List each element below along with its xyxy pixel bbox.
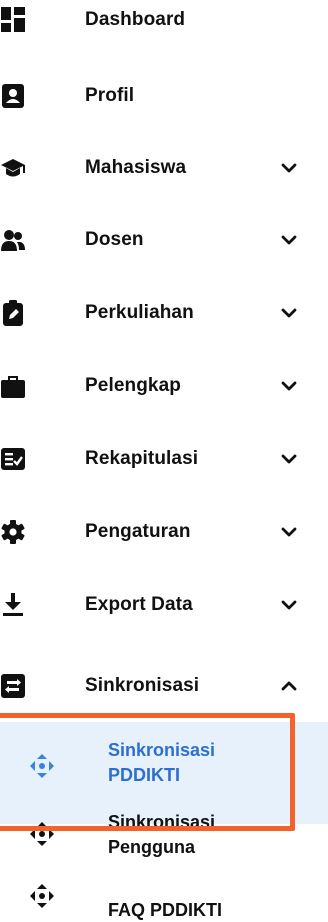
menu-item-pengaturan[interactable]: Pengaturan bbox=[0, 508, 328, 556]
menu-item-label: Dosen bbox=[85, 229, 144, 250]
gear-icon bbox=[0, 519, 26, 545]
highlight-box bbox=[0, 713, 295, 831]
menu-item-label: Profil bbox=[85, 85, 135, 106]
download-icon bbox=[0, 592, 26, 618]
chevron-down-icon[interactable] bbox=[278, 521, 300, 543]
sync-icon bbox=[0, 673, 26, 699]
menu-item-rekapitulasi[interactable]: Rekapitulasi bbox=[0, 435, 328, 483]
dashboard-icon bbox=[0, 7, 26, 33]
menu-item-label: Dashboard bbox=[85, 9, 186, 30]
menu-item-profil[interactable]: Profil bbox=[0, 72, 328, 120]
submenu-item-label: Pengguna bbox=[108, 837, 196, 857]
menu-item-label: Export Data bbox=[85, 594, 193, 615]
chevron-down-icon[interactable] bbox=[278, 229, 300, 251]
checklist-icon bbox=[0, 446, 26, 472]
menu-item-label: Sinkronisasi bbox=[85, 675, 200, 696]
menu-item-dosen[interactable]: Dosen bbox=[0, 216, 328, 264]
graduation-cap-icon bbox=[0, 155, 26, 181]
chevron-down-icon[interactable] bbox=[278, 594, 300, 616]
menu-item-pelengkap[interactable]: Pelengkap bbox=[0, 362, 328, 410]
menu-item-label: Mahasiswa bbox=[85, 157, 187, 178]
menu-item-mahasiswa[interactable]: Mahasiswa bbox=[0, 144, 328, 192]
submenu-item-label: FAQ PDDIKTI bbox=[108, 900, 223, 920]
menu-item-label: Perkuliahan bbox=[85, 302, 194, 323]
menu-item-sinkronisasi[interactable]: Sinkronisasi bbox=[0, 662, 328, 710]
chevron-down-icon[interactable] bbox=[278, 448, 300, 470]
chevron-down-icon[interactable] bbox=[278, 157, 300, 179]
menu-item-dashboard[interactable]: Dashboard bbox=[0, 0, 328, 44]
menu-item-label: Pengaturan bbox=[85, 521, 191, 542]
chevron-up-icon[interactable] bbox=[278, 675, 300, 697]
chevron-down-icon[interactable] bbox=[278, 302, 300, 324]
submenu-item-faq-pddikti[interactable]: FAQ PDDIKTI bbox=[0, 878, 328, 922]
users-icon bbox=[0, 227, 26, 253]
menu-item-label: Rekapitulasi bbox=[85, 448, 199, 469]
profile-card-icon bbox=[0, 83, 26, 109]
briefcase-icon bbox=[0, 373, 26, 399]
menu-item-perkuliahan[interactable]: Perkuliahan bbox=[0, 289, 328, 337]
clipboard-edit-icon bbox=[0, 300, 26, 326]
arrows-icon bbox=[28, 882, 56, 910]
chevron-down-icon[interactable] bbox=[278, 375, 300, 397]
menu-item-export-data[interactable]: Export Data bbox=[0, 581, 328, 629]
menu-item-label: Pelengkap bbox=[85, 375, 181, 396]
